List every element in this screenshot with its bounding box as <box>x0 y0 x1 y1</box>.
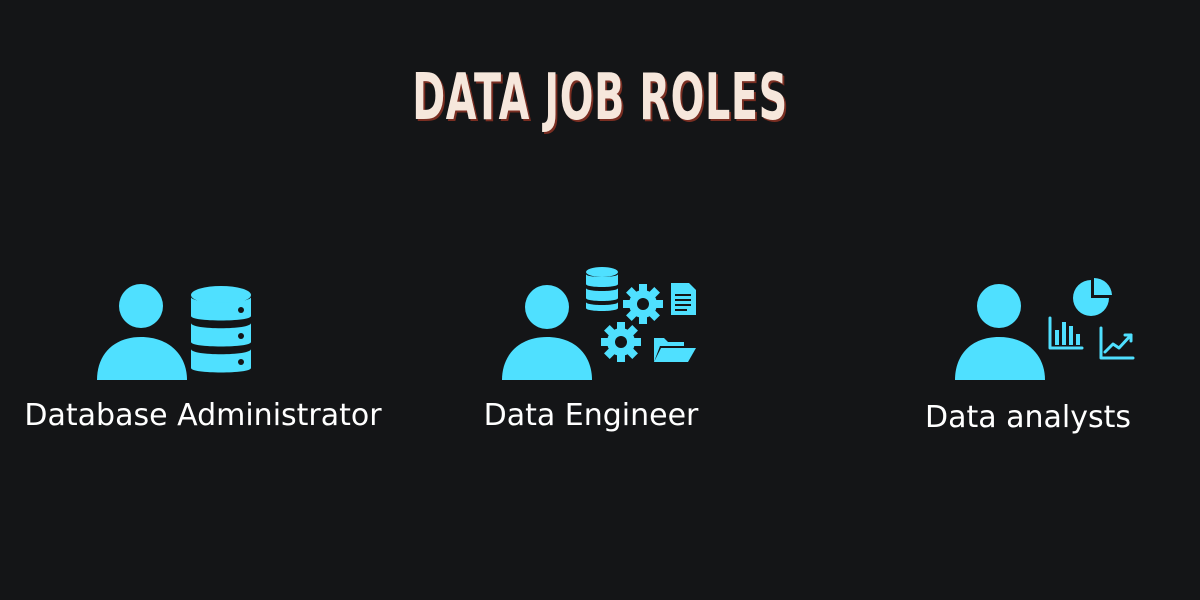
person-database-icon <box>97 284 251 380</box>
role-label-data-analysts: Data analysts <box>924 400 1132 435</box>
page-title: DATA JOB ROLES <box>412 61 788 135</box>
role-label-data-engineer: Data Engineer <box>483 398 699 433</box>
person-gears-icon <box>502 267 696 380</box>
person-charts-icon <box>955 278 1135 380</box>
slide: DATA JOB ROLES Database Administrator Da… <box>0 0 1200 600</box>
role-label-database-administrator: Database Administrator <box>24 398 382 433</box>
